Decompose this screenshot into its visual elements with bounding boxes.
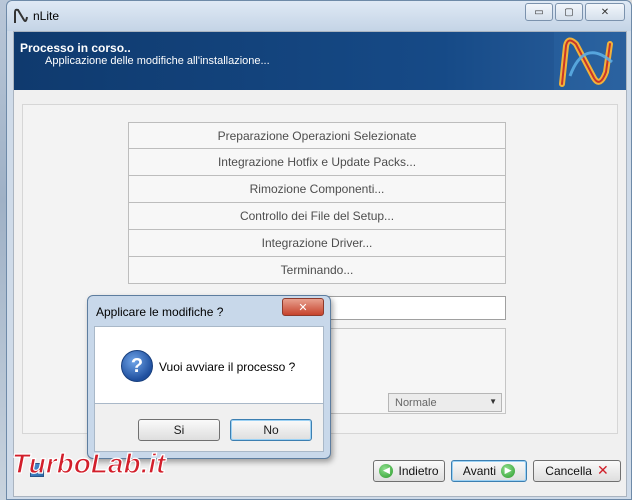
step-item: Rimozione Componenti... [128,176,506,203]
dialog-title: Applicare le modifiche ? [96,305,224,319]
cancel-button[interactable]: Cancella ✕ [533,460,621,482]
next-button[interactable]: Avanti ▶ [451,460,527,482]
question-icon: ? [121,350,153,382]
dialog-message: Vuoi avviare il processo ? [159,360,296,374]
arrow-left-icon: ◀ [379,464,394,478]
confirm-dialog: Applicare le modifiche ? ✕ ? Vuoi avviar… [87,295,331,459]
yes-button[interactable]: Si [138,419,220,441]
nlite-logo-icon [554,32,620,90]
steps-list: Preparazione Operazioni Selezionate Inte… [128,122,506,284]
turbolab-watermark-logo: TurboLab.it [10,446,230,480]
priority-select[interactable]: Normale ▼ [388,393,502,412]
next-label: Avanti [462,464,497,478]
step-item: Controllo dei File del Setup... [128,203,506,230]
dialog-body: ? Vuoi avviare il processo ? [94,326,324,404]
page-subtitle: Applicazione delle modifiche all'install… [45,55,270,67]
cancel-x-icon: ✕ [596,463,609,479]
close-icon: ✕ [600,6,610,18]
window-title: nLite [33,9,60,23]
page-title: Processo in corso.. [20,41,131,55]
nlite-app-icon [14,8,28,23]
cancel-label: Cancella [545,464,592,478]
dropdown-arrow-icon: ▼ [489,397,497,406]
minimize-icon: ▭ [534,6,544,18]
priority-value: Normale [395,397,437,409]
arrow-right-icon: ▶ [501,464,516,478]
step-item: Terminando... [128,257,506,284]
dialog-close-button[interactable]: ✕ [282,298,324,316]
maximize-icon: ▢ [564,6,574,18]
back-label: Indietro [398,464,439,478]
no-button[interactable]: No [230,419,312,441]
step-item: Integrazione Driver... [128,230,506,257]
maximize-button[interactable]: ▢ [555,3,583,21]
title-bar[interactable]: nLite ▭ ▢ ✕ [7,1,631,31]
step-item: Preparazione Operazioni Selezionate [128,122,506,149]
svg-text:TurboLab.it: TurboLab.it [12,448,167,479]
wizard-header: Processo in corso.. Applicazione delle m… [14,32,626,90]
close-button[interactable]: ✕ [585,3,625,21]
close-icon: ✕ [298,300,308,314]
minimize-button[interactable]: ▭ [525,3,553,21]
back-button[interactable]: ◀ Indietro [373,460,445,482]
step-item: Integrazione Hotfix e Update Packs... [128,149,506,176]
